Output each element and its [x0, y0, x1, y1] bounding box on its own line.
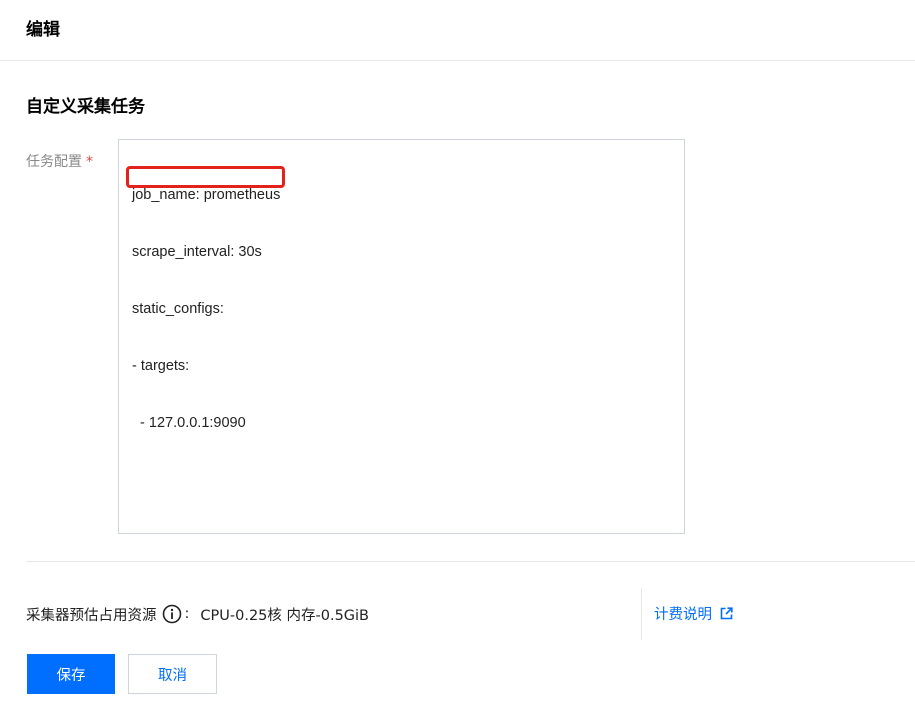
- header-title: 编辑: [26, 20, 60, 40]
- cancel-button[interactable]: 取消: [128, 654, 217, 694]
- resource-estimate: 采集器预估占用资源 : CPU-0.25核 内存-0.5GiB: [26, 602, 369, 626]
- config-line[interactable]: job_name: prometheus: [132, 186, 280, 205]
- task-config-editor[interactable]: job_name: prometheus scrape_interval: 30…: [118, 139, 685, 534]
- dialog-header: 编辑: [0, 0, 915, 61]
- config-line-highlighted[interactable]: scrape_interval: 30s: [132, 243, 280, 262]
- resource-value: CPU-0.25核 内存-0.5GiB: [200, 607, 370, 624]
- info-icon[interactable]: [162, 604, 182, 624]
- resource-label: 采集器预估占用资源: [26, 607, 157, 624]
- vertical-divider: [641, 588, 642, 640]
- billing-link-label[interactable]: 计费说明: [654, 603, 712, 624]
- config-line[interactable]: - 127.0.0.1:9090: [132, 414, 280, 433]
- task-config-label-text: 任务配置: [26, 154, 82, 170]
- external-link-icon[interactable]: [720, 607, 733, 620]
- config-line[interactable]: - targets:: [132, 357, 280, 376]
- config-lines[interactable]: job_name: prometheus scrape_interval: 30…: [132, 148, 280, 471]
- save-button[interactable]: 保存: [27, 654, 115, 694]
- config-line[interactable]: static_configs:: [132, 300, 280, 319]
- task-config-label: 任务配置 *: [26, 151, 93, 171]
- resource-colon: :: [184, 606, 190, 622]
- required-mark: *: [86, 154, 93, 170]
- divider: [26, 561, 915, 562]
- billing-link[interactable]: 计费说明: [654, 603, 733, 624]
- section-title: 自定义采集任务: [26, 97, 145, 117]
- highlight-annotation-box: [126, 166, 285, 188]
